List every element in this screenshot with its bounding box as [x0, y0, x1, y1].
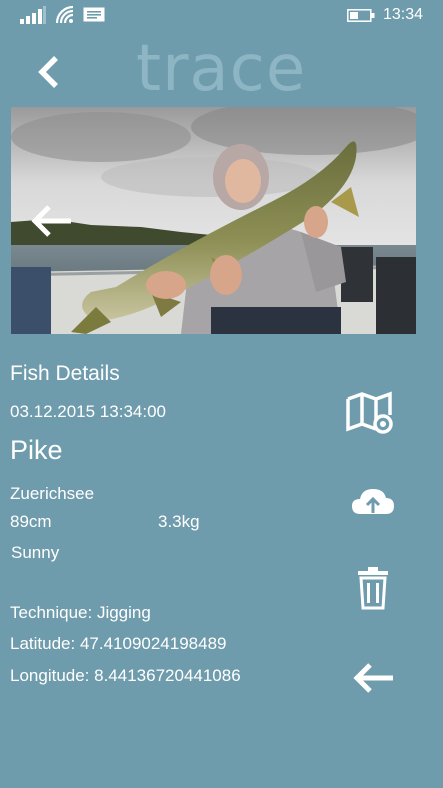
- return-button[interactable]: [350, 660, 396, 696]
- longitude: Longitude: 8.44136720441086: [10, 666, 241, 685]
- status-bar: 13:34: [0, 0, 443, 30]
- latitude: Latitude: 47.4109024198489: [10, 634, 227, 653]
- fish-weight: 3.3kg: [158, 512, 200, 531]
- chevron-left-icon: [38, 56, 58, 88]
- wifi-icon: [55, 5, 74, 23]
- details-heading: Fish Details: [10, 362, 120, 385]
- status-time: 13:34: [383, 6, 424, 23]
- trash-icon: [358, 567, 388, 610]
- map-location-icon: [346, 391, 393, 434]
- message-icon: [83, 7, 105, 22]
- arrow-left-icon: [353, 663, 393, 693]
- show-on-map-button[interactable]: [345, 391, 399, 435]
- weather: Sunny: [11, 543, 60, 562]
- previous-photo-button[interactable]: [27, 201, 75, 241]
- fish-details-screen: 13:34 trace Fish Details 03.12.2015 13:3…: [0, 0, 443, 788]
- signal-icon: [20, 6, 46, 24]
- battery-icon: [347, 9, 375, 22]
- catch-location: Zuerichsee: [10, 484, 95, 503]
- arrow-left-icon: [31, 205, 71, 237]
- fish-photo: [11, 107, 416, 334]
- upload-button[interactable]: [350, 486, 396, 518]
- fish-species: Pike: [10, 435, 63, 465]
- app-title: trace: [136, 32, 307, 106]
- technique: Technique: Jigging: [10, 603, 151, 622]
- back-button[interactable]: [30, 52, 70, 92]
- catch-date: 03.12.2015 13:34:00: [10, 402, 166, 421]
- delete-button[interactable]: [357, 566, 389, 610]
- fish-length: 89cm: [10, 512, 52, 531]
- cloud-upload-icon: [352, 489, 394, 514]
